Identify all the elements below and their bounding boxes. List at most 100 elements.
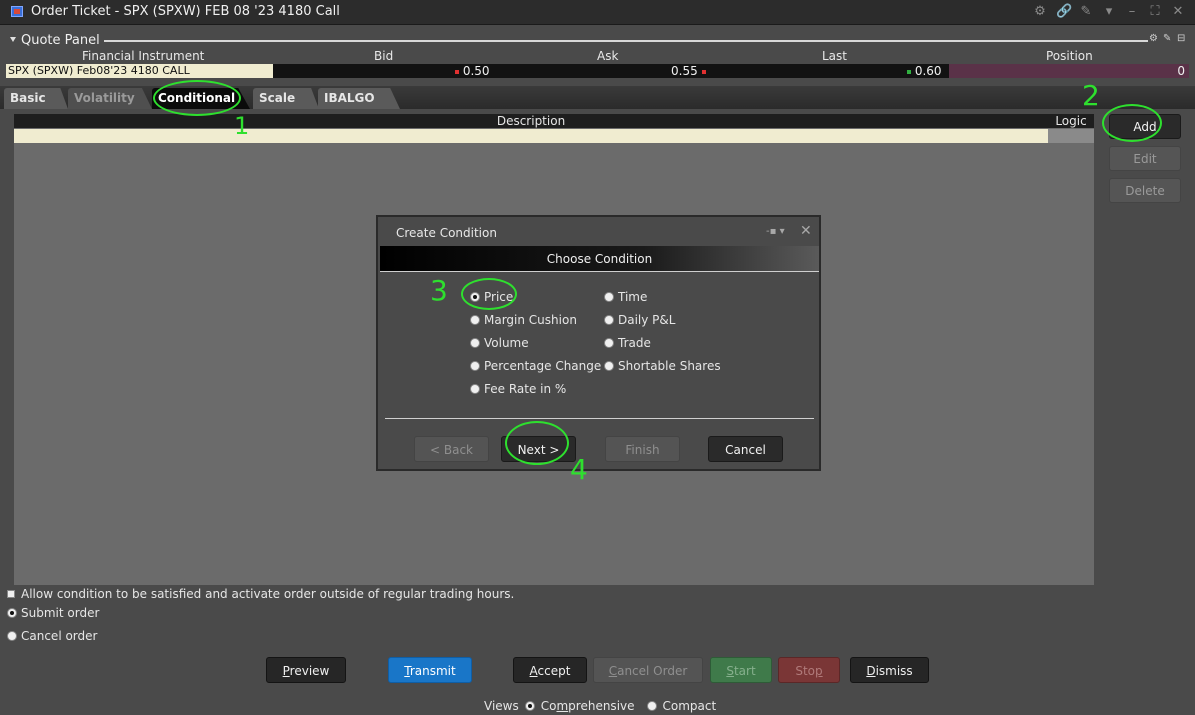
collapse-icon[interactable]: ⊟ — [1177, 34, 1187, 44]
views-selector: Views Comprehensive Compact — [484, 699, 716, 713]
radio-daily-pnl[interactable]: Daily P&L — [604, 313, 675, 327]
radio-shortable-shares-control[interactable] — [604, 361, 614, 371]
preview-button[interactable]: Preview — [266, 657, 346, 683]
dismiss-accel: D — [866, 664, 876, 678]
pin-icon[interactable]: -▪ ▾ — [766, 226, 785, 237]
ask-cell: 0.55 — [671, 64, 706, 78]
annotation-number-1: 1 — [234, 112, 250, 140]
back-button[interactable]: < Back — [414, 436, 489, 462]
minimize-icon[interactable]: – — [1125, 5, 1139, 19]
tab-scale[interactable]: Scale — [253, 88, 319, 109]
radio-fee-rate[interactable]: Fee Rate in % — [470, 382, 566, 396]
description-header: Description — [496, 114, 566, 128]
delete-condition-button[interactable]: Delete — [1109, 178, 1181, 203]
instrument-cell: SPX (SPXW) Feb08'23 4180 CALL — [6, 64, 273, 78]
tab-ibalgo[interactable]: IBALGO — [318, 88, 400, 109]
view-compact-label[interactable]: Compact — [663, 699, 717, 713]
finish-button[interactable]: Finish — [605, 436, 680, 462]
quote-panel-header[interactable]: Quote Panel ⚙ ✎ ⊟ — [0, 33, 1195, 48]
accept-label: ccept — [537, 664, 571, 678]
chevron-down-icon[interactable]: ▾ — [1102, 5, 1116, 19]
dialog-heading: Choose Condition — [380, 246, 819, 272]
stop-accel: p — [815, 664, 823, 678]
radio-trade-control[interactable] — [604, 338, 614, 348]
radio-volume-control[interactable] — [470, 338, 480, 348]
radio-time-control[interactable] — [604, 292, 614, 302]
col-ask: Ask — [597, 49, 619, 63]
edit-icon[interactable]: ✎ — [1163, 34, 1173, 44]
link-icon[interactable]: 🔗 — [1056, 5, 1072, 19]
annotation-number-4: 4 — [570, 453, 588, 486]
quote-panel-divider — [104, 40, 1148, 42]
logic-header: Logic — [1055, 114, 1087, 128]
annotation-ellipse-price — [461, 278, 517, 310]
transmit-button[interactable]: Transmit — [388, 657, 472, 683]
radio-fee-rate-control[interactable] — [470, 384, 480, 394]
pin-icon[interactable]: ✎ — [1079, 5, 1093, 19]
transmit-label: ransmit — [409, 664, 456, 678]
radio-shortable-shares-label: Shortable Shares — [618, 359, 721, 373]
radio-trade[interactable]: Trade — [604, 336, 651, 350]
accept-button[interactable]: Accept — [513, 657, 587, 683]
dialog-separator — [385, 418, 814, 419]
radio-percentage-change-control[interactable] — [470, 361, 480, 371]
condition-row-description[interactable] — [14, 129, 1048, 143]
view-compact-radio[interactable] — [646, 701, 657, 711]
submit-order-option[interactable]: Submit order — [7, 606, 99, 620]
radio-volume[interactable]: Volume — [470, 336, 529, 350]
bid-value: 0.50 — [462, 64, 490, 78]
stop-button[interactable]: Stop — [778, 657, 840, 683]
radio-time[interactable]: Time — [604, 290, 647, 304]
close-icon[interactable]: ✕ — [1171, 5, 1185, 19]
radio-percentage-change-label: Percentage Change — [484, 359, 602, 373]
radio-daily-pnl-control[interactable] — [604, 315, 614, 325]
maximize-icon[interactable]: ⛶ — [1148, 5, 1162, 19]
cancel-order-accel: C — [608, 664, 618, 678]
cancel-button[interactable]: Cancel — [708, 436, 783, 462]
bid-cell: 0.50 — [455, 64, 490, 78]
allow-outside-rth-checkbox[interactable] — [7, 590, 15, 598]
radio-margin-cushion-control[interactable] — [470, 315, 480, 325]
view-comprehensive-radio[interactable] — [524, 701, 535, 711]
dismiss-label: ismiss — [875, 664, 913, 678]
collapse-triangle-icon[interactable] — [10, 37, 16, 42]
annotation-ellipse-conditional — [153, 80, 241, 116]
radio-margin-cushion-label: Margin Cushion — [484, 313, 577, 327]
stop-label: Sto — [795, 664, 816, 678]
window-title: Order Ticket - SPX (SPXW) FEB 08 '23 418… — [31, 4, 340, 19]
submit-order-radio[interactable] — [7, 608, 17, 618]
allow-outside-rth-option[interactable]: Allow condition to be satisfied and acti… — [7, 587, 514, 601]
radio-shortable-shares[interactable]: Shortable Shares — [604, 359, 721, 373]
allow-outside-rth-label: Allow condition to be satisfied and acti… — [21, 587, 515, 601]
dismiss-button[interactable]: Dismiss — [850, 657, 929, 683]
start-button[interactable]: Start — [710, 657, 772, 683]
tab-volatility[interactable]: Volatility — [68, 88, 152, 109]
col-position: Position — [1046, 49, 1093, 63]
cancel-order-label: Cancel order — [21, 629, 98, 643]
radio-trade-label: Trade — [618, 336, 651, 350]
view-comprehensive-label[interactable]: Comprehensive — [541, 699, 635, 713]
col-financial-instrument: Financial Instrument — [82, 49, 205, 63]
settings-icon[interactable]: ⚙ — [1149, 34, 1159, 44]
title-bar: Order Ticket - SPX (SPXW) FEB 08 '23 418… — [0, 0, 1195, 25]
cancel-order-radio[interactable] — [7, 631, 17, 641]
edit-condition-button[interactable]: Edit — [1109, 146, 1181, 171]
gear-icon[interactable]: ⚙ — [1033, 5, 1047, 19]
radio-percentage-change[interactable]: Percentage Change — [470, 359, 601, 373]
cancel-order-button[interactable]: Cancel Order — [593, 657, 703, 683]
dialog-title: Create Condition — [396, 226, 497, 240]
accept-accel: A — [529, 664, 538, 678]
annotation-ellipse-add — [1102, 104, 1162, 142]
radio-time-label: Time — [618, 290, 648, 304]
tab-basic[interactable]: Basic — [4, 88, 68, 109]
preview-accel: P — [282, 664, 290, 678]
radio-daily-pnl-label: Daily P&L — [618, 313, 676, 327]
views-label: Views — [484, 699, 519, 713]
annotation-number-2: 2 — [1082, 79, 1100, 112]
last-value: 0.60 — [914, 64, 942, 78]
close-icon[interactable]: ✕ — [800, 223, 812, 239]
quote-row[interactable]: SPX (SPXW) Feb08'23 4180 CALL 0.50 0.55 … — [6, 64, 1189, 78]
cancel-order-option[interactable]: Cancel order — [7, 629, 97, 643]
radio-margin-cushion[interactable]: Margin Cushion — [470, 313, 577, 327]
condition-row-logic[interactable] — [1048, 129, 1094, 143]
